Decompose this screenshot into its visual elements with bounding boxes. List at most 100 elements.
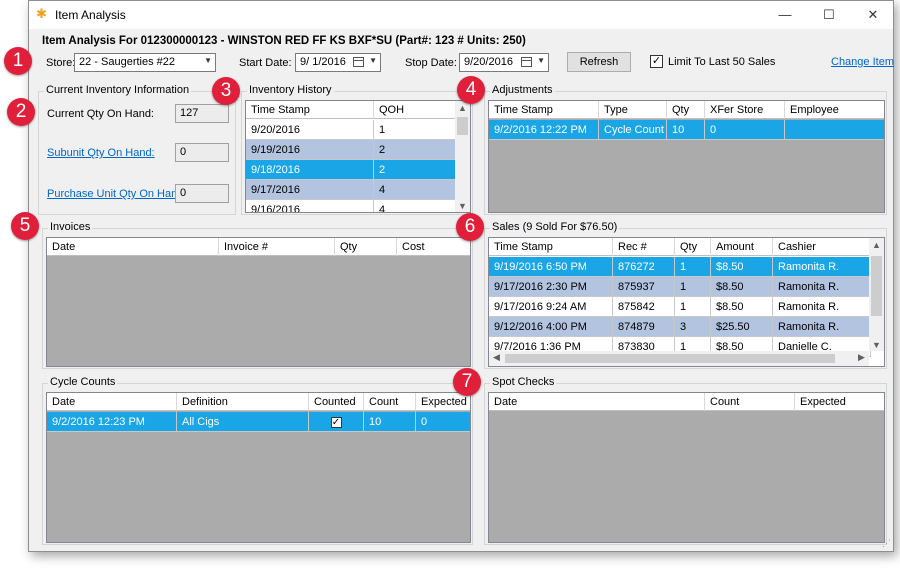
adjustments-title: Adjustments <box>490 84 555 96</box>
item-heading: Item Analysis For 012300000123 - WINSTON… <box>42 35 526 47</box>
start-date-value: 9/ 1/2016 <box>300 56 346 68</box>
maximize-button[interactable]: ☐ <box>807 1 851 29</box>
stop-date-value: 9/20/2016 <box>464 56 513 68</box>
table-cell: Ramonita R. <box>773 297 871 317</box>
minimize-button[interactable]: — <box>763 1 807 29</box>
column-header[interactable]: Cashier <box>773 238 871 256</box>
invoices-group: Invoices Date Invoice # Qty Cost <box>42 221 473 369</box>
resize-grip-icon[interactable]: ⋰ <box>882 538 891 549</box>
column-header[interactable]: Counted <box>309 393 364 411</box>
table-cell: 4 <box>374 200 457 212</box>
refresh-button[interactable]: Refresh <box>567 52 631 72</box>
change-item-link[interactable]: Change Item <box>831 56 894 68</box>
store-dropdown[interactable]: 22 - Saugerties #22 ▼ <box>74 53 216 72</box>
current-inventory-title: Current Inventory Information <box>44 84 192 96</box>
column-header[interactable]: XFer Store <box>705 101 785 119</box>
column-header[interactable]: Amount <box>711 238 773 256</box>
sales-grid[interactable]: Time Stamp Rec # Qty Amount Cashier 9/19… <box>488 237 885 367</box>
column-header[interactable]: Type <box>599 101 667 119</box>
table-cell: 9/12/2016 4:00 PM <box>489 317 613 337</box>
table-cell: 10 <box>364 412 416 432</box>
column-header[interactable]: Time Stamp <box>246 101 374 119</box>
table-cell: $25.50 <box>711 317 773 337</box>
inventory-history-scrollbar[interactable]: ▲ ▼ <box>455 101 470 212</box>
column-header[interactable]: Time Stamp <box>489 238 613 256</box>
calendar-icon[interactable] <box>353 57 364 67</box>
column-header[interactable]: QOH <box>374 101 457 119</box>
chevron-down-icon[interactable]: ▼ <box>369 56 377 65</box>
table-cell: 9/17/2016 <box>246 180 374 200</box>
adjustments-grid[interactable]: Time Stamp Type Qty XFer Store Employee … <box>488 100 885 213</box>
table-cell: 1 <box>675 297 711 317</box>
column-header[interactable]: Invoice # <box>219 238 335 256</box>
spot-checks-grid[interactable]: Date Count Expected <box>488 392 885 543</box>
stop-date-label: Stop Date: <box>405 57 457 69</box>
scroll-down-icon[interactable]: ▼ <box>869 340 884 350</box>
table-cell: $8.50 <box>711 277 773 297</box>
table-cell: Cycle Count <box>599 120 667 140</box>
sales-horizontal-scrollbar[interactable]: ◀ ▶ <box>489 351 869 366</box>
table-cell: Ramonita R. <box>773 277 871 297</box>
table-cell: 9/19/2016 6:50 PM <box>489 257 613 277</box>
column-header[interactable]: Definition <box>177 393 309 411</box>
invoices-grid[interactable]: Date Invoice # Qty Cost <box>46 237 471 367</box>
cycle-counts-grid[interactable]: Date Definition Counted Count Expected 9… <box>46 392 471 543</box>
column-header[interactable]: Time Stamp <box>489 101 599 119</box>
callout-badge-6: 6 <box>456 213 484 241</box>
column-header[interactable]: Count <box>364 393 416 411</box>
table-cell: $8.50 <box>711 297 773 317</box>
scroll-thumb[interactable] <box>871 256 882 316</box>
column-header[interactable]: Date <box>489 393 705 411</box>
chevron-down-icon[interactable]: ▼ <box>537 56 545 65</box>
purchase-unit-qty-link[interactable]: Purchase Unit Qty On Hand: <box>47 188 186 200</box>
callout-badge-7: 7 <box>453 368 481 396</box>
scroll-left-icon[interactable]: ◀ <box>489 352 504 363</box>
column-header[interactable]: Qty <box>675 238 711 256</box>
callout-badge-5: 5 <box>11 212 39 240</box>
scroll-thumb[interactable] <box>505 354 835 363</box>
limit-sales-checkbox[interactable]: ✓ <box>650 55 663 68</box>
table-cell: 1 <box>675 277 711 297</box>
adjustments-header: Time Stamp Type Qty XFer Store Employee <box>489 101 884 119</box>
column-header[interactable]: Qty <box>335 238 397 256</box>
table-cell: Ramonita R. <box>773 257 871 277</box>
subunit-qty-link[interactable]: Subunit Qty On Hand: <box>47 147 155 159</box>
table-cell: 9/17/2016 2:30 PM <box>489 277 613 297</box>
table-cell: Ramonita R. <box>773 317 871 337</box>
table-cell: $8.50 <box>711 257 773 277</box>
invoices-header: Date Invoice # Qty Cost <box>47 238 470 256</box>
calendar-icon[interactable] <box>521 57 532 67</box>
column-header[interactable]: Qty <box>667 101 705 119</box>
column-header[interactable]: Rec # <box>613 238 675 256</box>
close-button[interactable]: ✕ <box>851 1 895 29</box>
column-header[interactable]: Expected <box>416 393 470 411</box>
stop-date-picker[interactable]: 9/20/2016 ▼ <box>459 53 549 72</box>
scroll-down-icon[interactable]: ▼ <box>455 201 470 211</box>
scroll-right-icon[interactable]: ▶ <box>854 352 869 363</box>
column-header[interactable]: Employee <box>785 101 884 119</box>
table-cell: 876272 <box>613 257 675 277</box>
column-header[interactable]: Count <box>705 393 795 411</box>
start-date-picker[interactable]: 9/ 1/2016 ▼ <box>295 53 381 72</box>
cycle-counts-group: Cycle Counts Date Definition Counted Cou… <box>42 376 473 545</box>
limit-sales-label: Limit To Last 50 Sales <box>668 56 776 68</box>
sales-group: Sales (9 Sold For $76.50) Time Stamp Rec… <box>484 221 887 369</box>
table-cell: 875842 <box>613 297 675 317</box>
sales-title: Sales (9 Sold For $76.50) <box>490 221 620 233</box>
column-header[interactable]: Expected <box>795 393 884 411</box>
cycle-counts-header: Date Definition Counted Count Expected <box>47 393 470 411</box>
table-cell: 9/2/2016 12:22 PM <box>489 120 599 140</box>
table-cell: All Cigs <box>177 412 309 432</box>
scroll-up-icon[interactable]: ▲ <box>455 103 470 113</box>
column-header[interactable]: Date <box>47 393 177 411</box>
table-cell: 0 <box>416 412 470 432</box>
counted-checkbox[interactable]: ✓ <box>330 416 342 428</box>
column-header[interactable]: Date <box>47 238 219 256</box>
table-cell <box>785 120 884 140</box>
scroll-up-icon[interactable]: ▲ <box>869 240 884 250</box>
scroll-thumb[interactable] <box>457 117 468 135</box>
inventory-history-grid[interactable]: Time Stamp QOH 9/20/2016 1 9/19/2016 2 9… <box>245 100 471 213</box>
app-icon: ✱ <box>36 6 47 21</box>
column-header[interactable]: Cost <box>397 238 470 256</box>
sales-vertical-scrollbar[interactable]: ▲ ▼ <box>869 238 884 351</box>
